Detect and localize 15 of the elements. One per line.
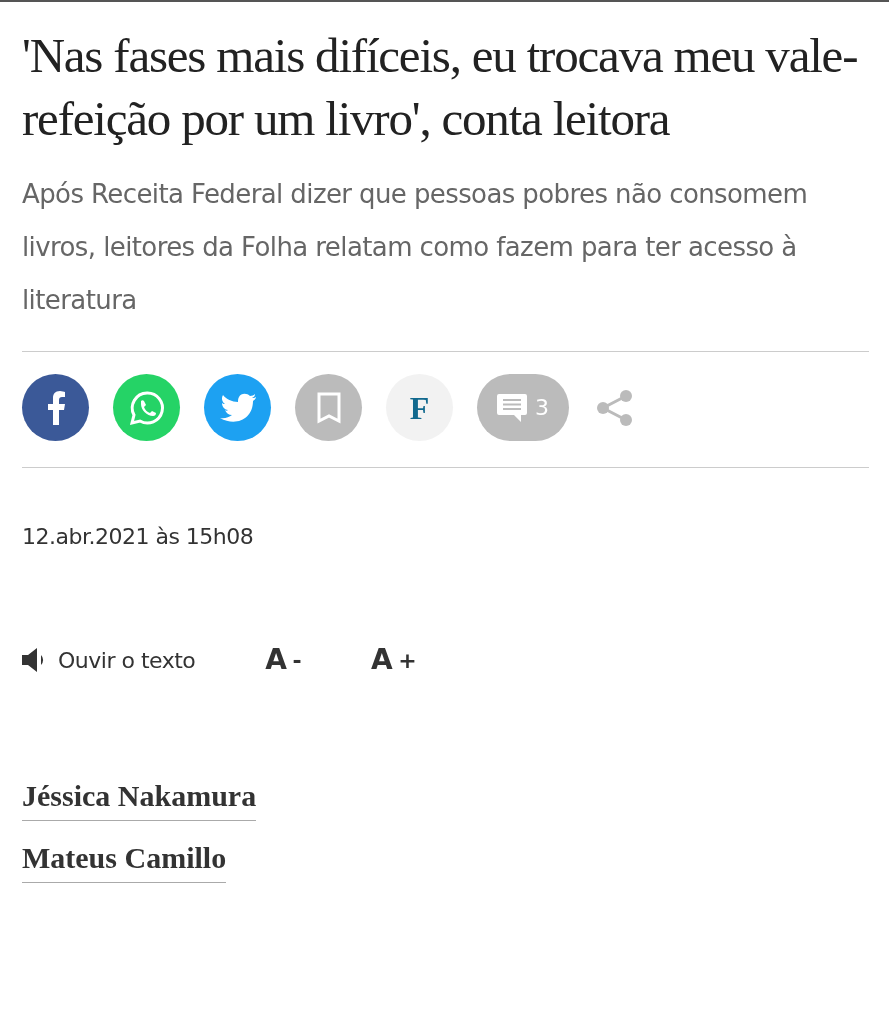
- chat-bubble-phone-icon: [127, 388, 166, 427]
- bird-icon: [219, 392, 256, 423]
- facebook-icon: [46, 390, 65, 425]
- publish-date: 12.abr.2021 às 15h08: [22, 523, 255, 551]
- comment-icon: [497, 393, 527, 422]
- folha-button[interactable]: F: [386, 374, 453, 441]
- author-link[interactable]: Jéssica Nakamura: [22, 773, 257, 821]
- headline: 'Nas fases mais difíceis, eu trocava meu vale-refeição por um livro', conta leitora: [22, 27, 859, 148]
- listen-button[interactable]: Ouvir o texto: [22, 643, 196, 677]
- decrease-font-button[interactable]: A -: [265, 639, 302, 681]
- subtitle: Após Receita Federal dizer que pessoas pobres não consomem livros, leitores da Folha relatam como fazem para ter acesso à literatura: [22, 178, 809, 317]
- comment-count: 3: [535, 394, 549, 422]
- bookmark-icon: [316, 391, 341, 424]
- increase-font-button[interactable]: A +: [371, 639, 417, 681]
- author-link[interactable]: Mateus Camillo: [22, 835, 227, 883]
